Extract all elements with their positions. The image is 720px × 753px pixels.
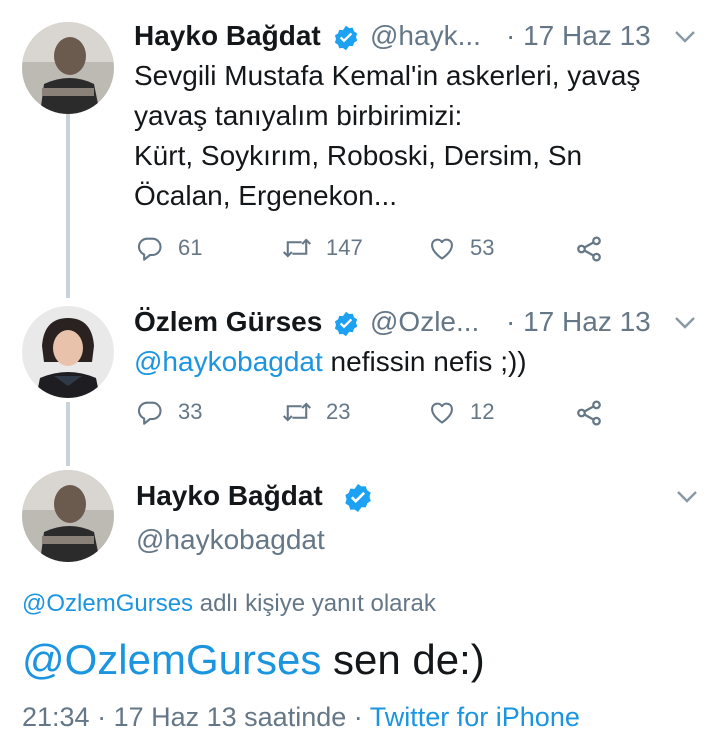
tweet1-text-line: Sevgili Mustafa Kemal'in askerleri, yava…: [134, 60, 641, 91]
retweet-icon: [282, 238, 312, 258]
tweet1-text-line: yavaş tanıyalım birbirimizi:: [134, 100, 463, 131]
tweet2-date[interactable]: · 17 Haz 13: [506, 306, 651, 338]
mention-link[interactable]: @haykobagdat: [134, 346, 323, 377]
focused-author-handle[interactable]: @haykobagdat: [136, 524, 325, 556]
tweet2-text: @haykobagdat nefissin nefis ;)): [134, 342, 694, 382]
chevron-down-icon[interactable]: [674, 30, 696, 44]
avatar-hayko-focused[interactable]: [22, 470, 114, 562]
avatar-ozlem[interactable]: [22, 306, 114, 398]
focused-text-body: sen de:): [321, 636, 485, 683]
share-icon: [577, 400, 601, 426]
reply-icon: [137, 237, 162, 261]
thread-line-1: [66, 112, 70, 298]
chevron-down-icon[interactable]: [676, 490, 698, 504]
verified-badge-icon: [334, 25, 358, 51]
tweet2-share-button[interactable]: [574, 398, 618, 428]
reply-count: 61: [178, 235, 203, 260]
like-count: 53: [470, 235, 495, 260]
retweet-icon: [282, 402, 312, 422]
reply-icon: [137, 401, 162, 425]
tweet1-share-button[interactable]: [574, 234, 618, 264]
tweet1-author-handle[interactable]: @hayk...: [370, 20, 481, 52]
tweet-source[interactable]: Twitter for iPhone: [370, 702, 580, 732]
focused-author-name[interactable]: Hayko Bağdat: [136, 480, 323, 512]
tweet2-text-body: nefissin nefis ;)): [322, 346, 527, 377]
tweet2-like-button[interactable]: 12: [428, 398, 494, 426]
tweet1-date[interactable]: · 17 Haz 13: [506, 20, 651, 52]
verified-badge-icon: [334, 311, 358, 337]
replying-to-mention[interactable]: @OzlemGurses: [22, 590, 193, 617]
tweet-time[interactable]: 21:34: [22, 702, 90, 732]
tweet1-like-button[interactable]: 53: [428, 234, 494, 262]
focused-tweet-text: @OzlemGurses sen de:): [22, 636, 485, 684]
tweet1-text: Sevgili Mustafa Kemal'in askerleri, yava…: [134, 56, 694, 216]
tweet2-author-name[interactable]: Özlem Gürses: [134, 306, 322, 338]
retweet-count: 23: [326, 399, 351, 424]
thread-line-2: [66, 402, 70, 466]
tweet2-author-handle[interactable]: @Ozle...: [370, 306, 479, 338]
tweet2-retweet-button[interactable]: 23: [282, 398, 350, 426]
heart-icon: [431, 402, 453, 424]
replying-to: @OzlemGurses adlı kişiye yanıt olarak: [22, 590, 436, 618]
tweet-timestamp: 21:34 · 17 Haz 13 saatinde · Twitter for…: [22, 702, 580, 733]
mention-link[interactable]: @OzlemGurses: [22, 636, 321, 683]
tweet1-author-name[interactable]: Hayko Bağdat: [134, 20, 321, 52]
avatar-hayko[interactable]: [22, 22, 114, 114]
tweet1-reply-button[interactable]: 61: [136, 234, 202, 262]
tweet1-retweet-button[interactable]: 147: [282, 234, 363, 262]
tweet1-text-line: Kürt, Soykırım, Roboski, Dersim, Sn: [134, 140, 583, 171]
replying-to-text: adlı kişiye yanıt olarak: [193, 590, 436, 617]
share-icon: [577, 236, 601, 262]
reply-count: 33: [178, 399, 203, 424]
heart-icon: [431, 238, 453, 260]
retweet-count: 147: [326, 235, 363, 260]
tweet1-text-line: Öcalan, Ergenekon...: [134, 180, 398, 211]
chevron-down-icon[interactable]: [674, 316, 696, 330]
tweet2-reply-button[interactable]: 33: [136, 398, 202, 426]
tweet-date[interactable]: · 17 Haz 13 saatinde ·: [97, 702, 363, 732]
like-count: 12: [470, 399, 495, 424]
verified-badge-icon: [345, 484, 371, 512]
